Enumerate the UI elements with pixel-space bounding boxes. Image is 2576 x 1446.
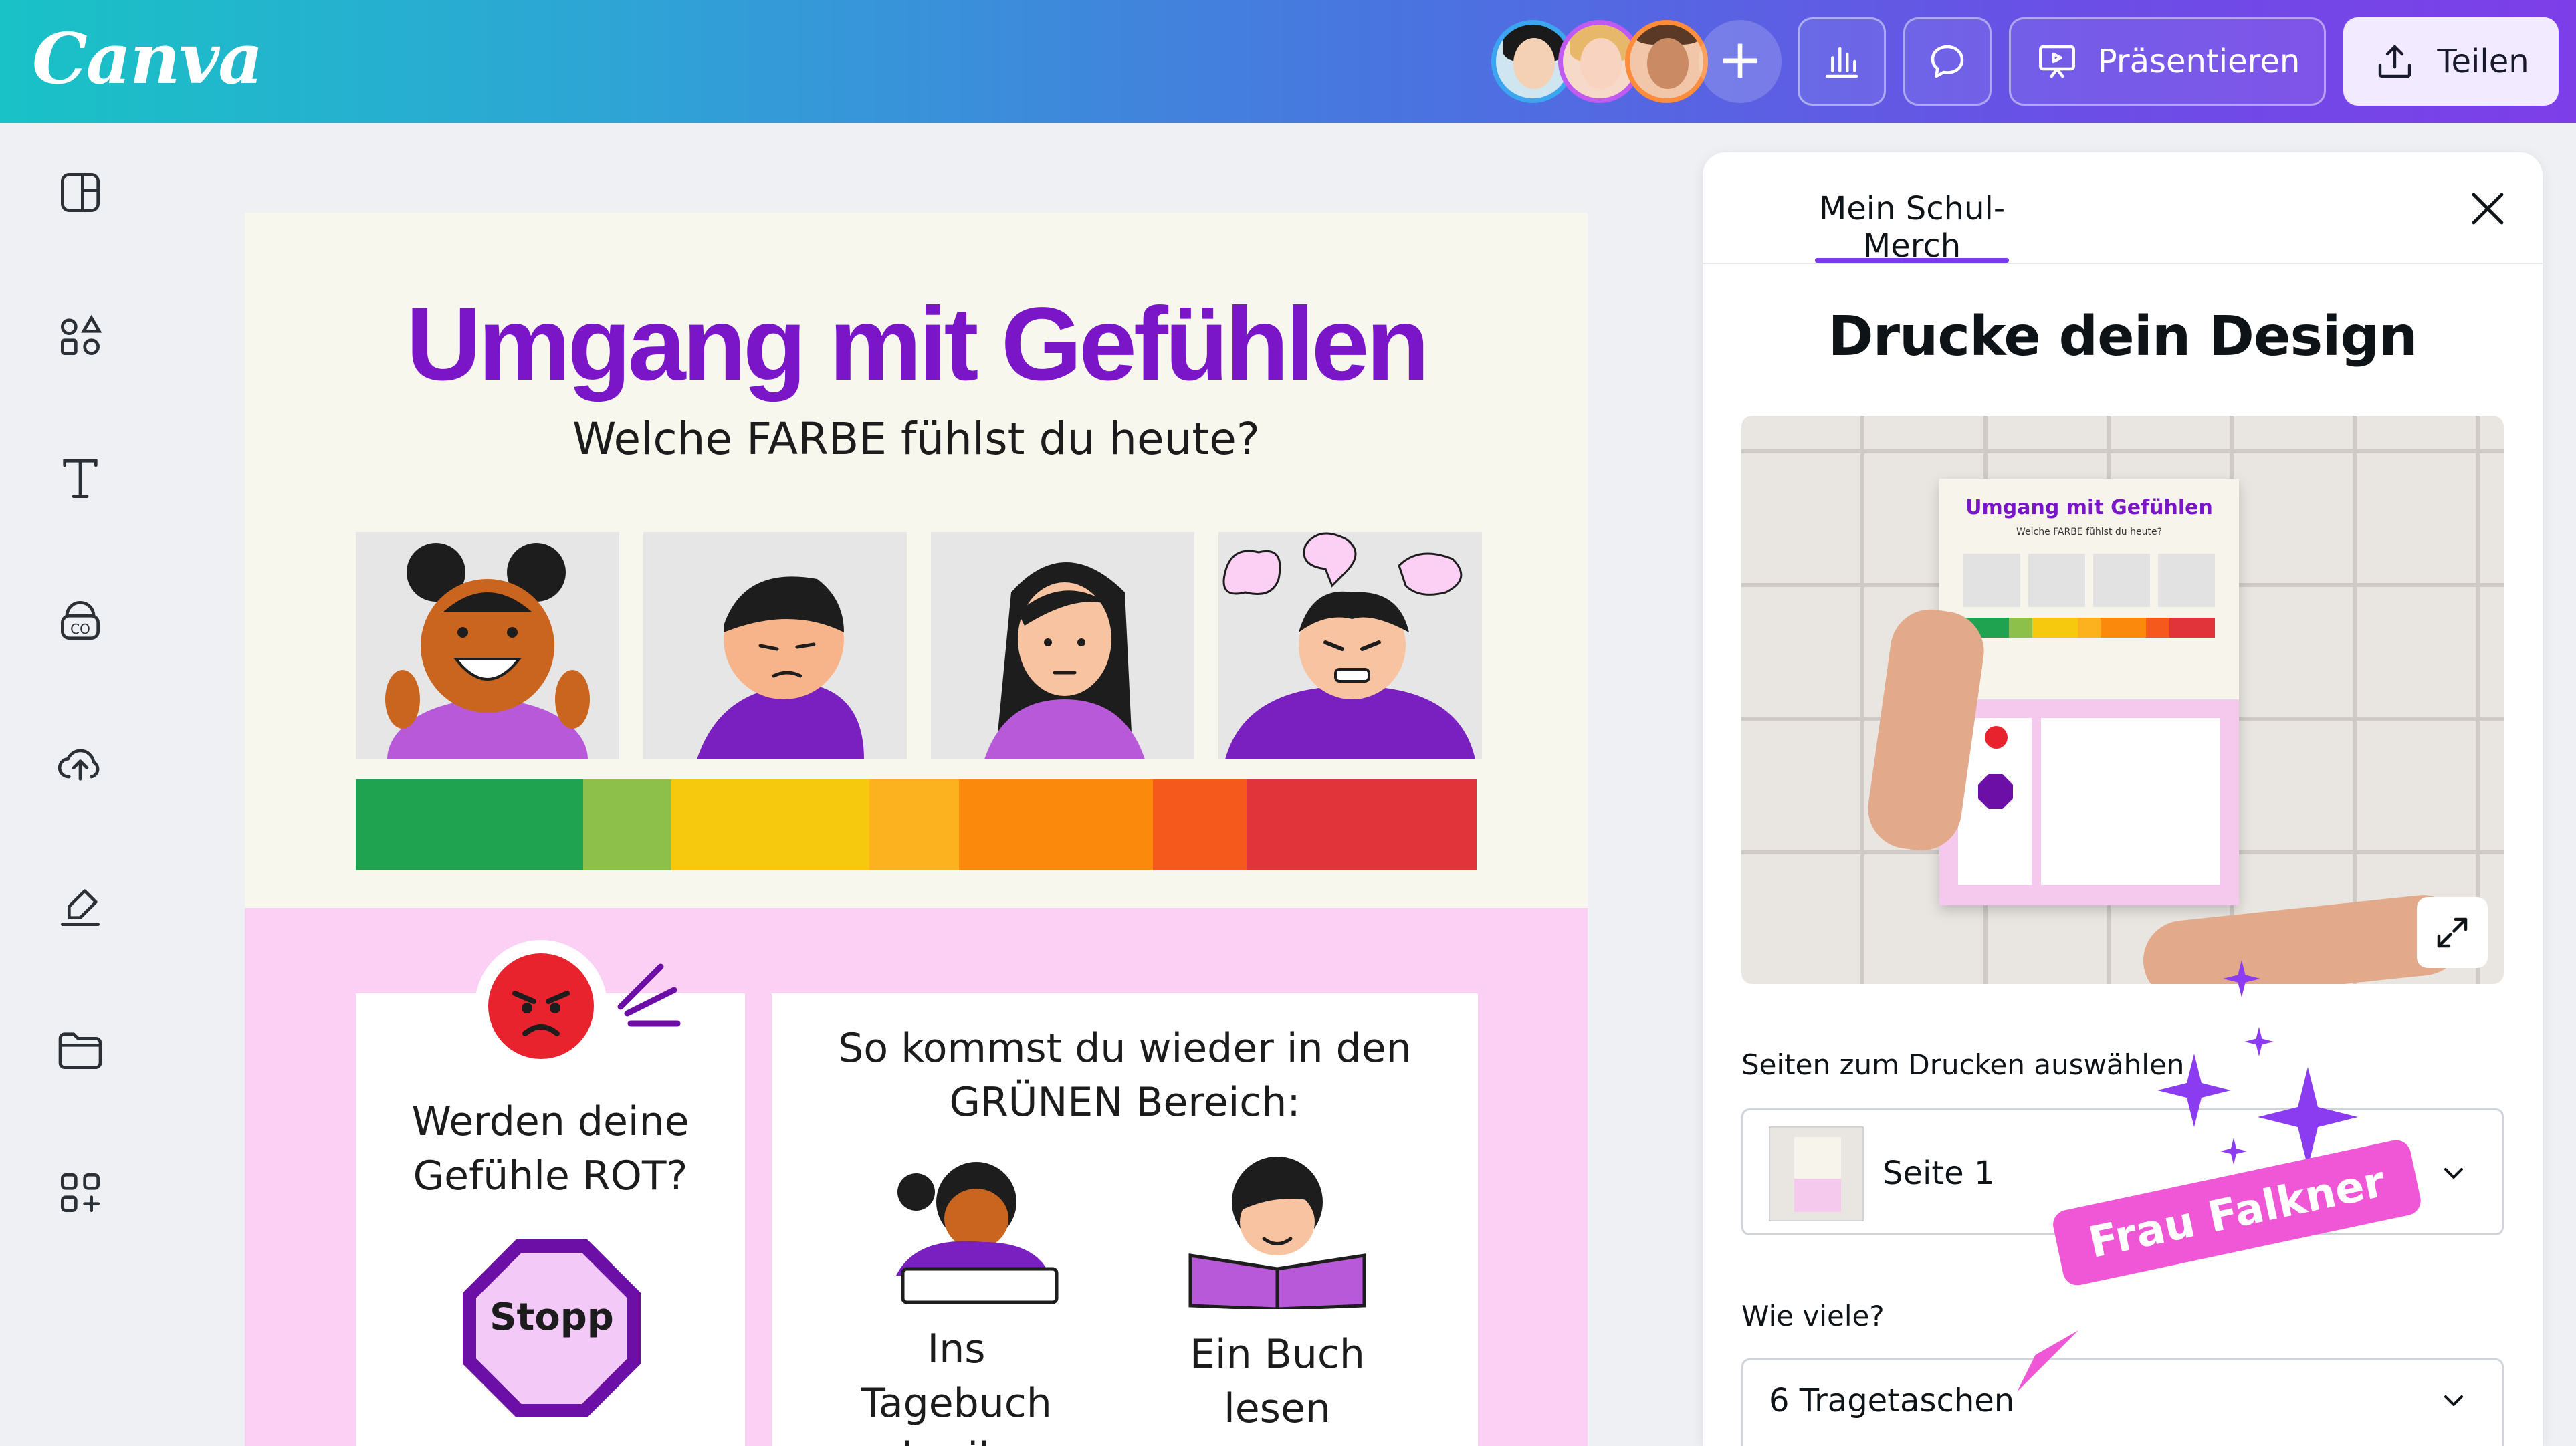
color-scale-segment: [583, 779, 671, 870]
strategy-label[interactable]: Ins Tagebuch schreiben: [829, 1322, 1083, 1446]
present-button[interactable]: Präsentieren: [2009, 17, 2326, 106]
angry-emoji: [475, 940, 607, 1072]
quantity-label: Wie viele?: [1741, 1300, 1885, 1332]
strategy-label[interactable]: Ein Buch lesen: [1130, 1328, 1424, 1436]
panel-divider: [1703, 263, 2543, 264]
canva-logo[interactable]: Canva: [32, 17, 263, 100]
insights-button[interactable]: [1798, 17, 1886, 106]
avatar[interactable]: [1625, 20, 1708, 103]
left-sidebar: CO: [0, 123, 160, 1446]
poster-title: Umgang mit Gefühlen: [1965, 496, 2213, 519]
svg-text:CO: CO: [70, 621, 90, 637]
page-thumbnail: [1769, 1126, 1864, 1221]
reading-child-illustration[interactable]: [1170, 1155, 1384, 1309]
color-scale-segment: [1247, 779, 1477, 870]
add-collaborator-button[interactable]: +: [1699, 20, 1782, 103]
chevron-down-icon: [2444, 1395, 2463, 1406]
happy-child-illustration[interactable]: [356, 532, 619, 759]
chevron-down-icon: [2444, 1168, 2463, 1179]
journal-child-illustration[interactable]: [876, 1155, 1077, 1309]
color-scale-segment: [671, 779, 869, 870]
present-label: Präsentieren: [2097, 43, 2300, 80]
collaborator-avatars: +: [1491, 17, 1782, 106]
red-feelings-question[interactable]: Werden deine Gefühle ROT?: [369, 1095, 732, 1203]
design-subtitle[interactable]: Welche FARBE fühlst du heute?: [369, 413, 1463, 465]
stop-label[interactable]: Stopp: [463, 1296, 641, 1339]
comment-icon: [1931, 45, 1964, 78]
projects-icon[interactable]: [53, 1023, 107, 1076]
brand-icon[interactable]: CO: [53, 594, 107, 647]
color-scale-segment: [959, 779, 1153, 870]
apps-icon[interactable]: [53, 1166, 107, 1219]
layout-icon[interactable]: [53, 166, 107, 219]
expand-preview-button[interactable]: [2417, 897, 2488, 968]
feelings-color-scale[interactable]: [356, 779, 1477, 870]
pages-value: Seite 1: [1883, 1155, 1995, 1192]
quantity-select[interactable]: 6 Tragetaschen: [1741, 1358, 2504, 1446]
panel-heading: Drucke dein Design: [1828, 305, 2418, 368]
close-icon[interactable]: [2464, 185, 2512, 233]
tab-mein-schul-merch[interactable]: Mein Schul-Merch: [1808, 190, 2016, 265]
design-title[interactable]: Umgang mit Gefühlen: [369, 285, 1463, 404]
uploads-icon[interactable]: [53, 737, 107, 790]
print-preview-photo[interactable]: Umgang mit Gefühlen Welche FARBE fühlst …: [1741, 416, 2504, 984]
top-bar: Canva + Präsentieren Teilen: [0, 0, 2576, 123]
comment-button[interactable]: [1903, 17, 1992, 106]
poster-subtitle: Welche FARBE fühlst du heute?: [2016, 527, 2163, 537]
color-scale-segment: [356, 779, 583, 870]
quantity-value: 6 Tragetaschen: [1769, 1382, 2015, 1419]
share-icon: [2379, 45, 2411, 78]
design-canvas[interactable]: Umgang mit Gefühlen Welche FARBE fühlst …: [245, 213, 1588, 1446]
angry-child-illustration[interactable]: [1218, 532, 1482, 759]
elements-icon[interactable]: [53, 309, 107, 362]
sad-child-illustration[interactable]: [643, 532, 907, 759]
emphasis-lines-icon: [617, 963, 681, 1027]
poster-preview: Umgang mit Gefühlen Welche FARBE fühlst …: [1939, 479, 2239, 905]
color-scale-segment: [1153, 779, 1247, 870]
bar-chart-icon: [1825, 47, 1858, 78]
present-icon: [2038, 45, 2075, 78]
draw-icon[interactable]: [53, 880, 107, 933]
pages-label: Seiten zum Drucken auswählen: [1741, 1048, 2185, 1081]
text-icon[interactable]: [53, 452, 107, 505]
share-label: Teilen: [2437, 43, 2529, 80]
green-zone-heading[interactable]: So kommst du wieder in den GRÜNEN Bereic…: [819, 1021, 1431, 1130]
share-button[interactable]: Teilen: [2343, 17, 2559, 106]
expand-icon: [2437, 917, 2468, 948]
active-tab-indicator: [1815, 258, 2009, 263]
thoughtful-child-illustration[interactable]: [931, 532, 1194, 759]
color-scale-segment: [869, 779, 959, 870]
